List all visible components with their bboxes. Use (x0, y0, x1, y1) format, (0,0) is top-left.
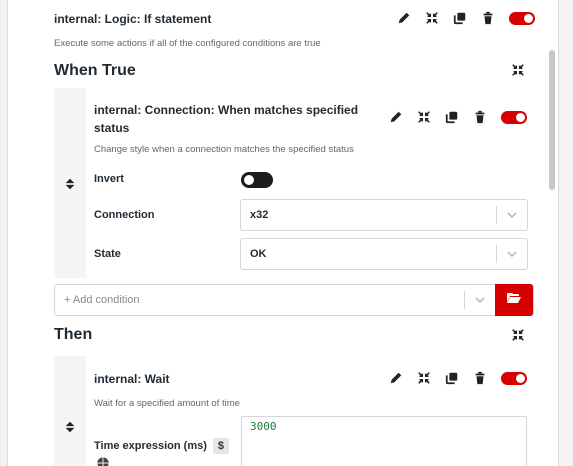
wait-enabled-toggle[interactable] (501, 371, 527, 385)
connection-label: Connection (94, 209, 155, 221)
condition-title-line2: status (94, 121, 130, 135)
collapse-icon[interactable] (417, 371, 431, 385)
condition-enabled-toggle[interactable] (501, 110, 527, 124)
condition-description: Change style when a connection matches t… (94, 144, 354, 155)
state-value: OK (250, 248, 267, 260)
expression-toggle-button[interactable]: $ (212, 438, 229, 454)
trash-icon[interactable] (473, 371, 487, 385)
drag-handle-icon[interactable] (63, 420, 77, 434)
if-block-title: internal: Logic: If statement (54, 12, 212, 26)
condition-title-line1: internal: Connection: When matches speci… (94, 103, 359, 117)
pencil-icon[interactable] (389, 371, 403, 385)
chevron-down-icon[interactable] (465, 297, 495, 303)
collapse-icon[interactable] (425, 11, 439, 25)
chevron-down-icon[interactable] (497, 212, 527, 218)
wait-title: internal: Wait (94, 372, 170, 386)
pencil-icon[interactable] (389, 110, 403, 124)
collapse-icon[interactable] (511, 328, 525, 342)
if-block-enabled-toggle[interactable] (509, 11, 535, 25)
copy-icon[interactable] (445, 371, 459, 385)
time-expression-label-text: Time expression (ms) (94, 440, 207, 452)
time-expression-input[interactable]: 3000 (241, 416, 527, 466)
pencil-icon[interactable] (397, 11, 411, 25)
wait-toolbar (389, 371, 527, 385)
action-editor-panel: internal: Logic: If statement Execute so… (7, 0, 559, 466)
copy-icon[interactable] (445, 110, 459, 124)
condition-toolbar (389, 110, 527, 124)
state-select[interactable]: OK (240, 238, 528, 270)
globe-icon[interactable] (96, 456, 110, 466)
time-expression-label: Time expression (ms) $ (94, 438, 229, 454)
vertical-scrollbar[interactable] (549, 50, 555, 190)
collapse-icon[interactable] (511, 63, 525, 77)
then-heading: Then (54, 326, 93, 343)
invert-label: Invert (94, 173, 124, 185)
chevron-down-icon[interactable] (497, 251, 527, 257)
folder-open-icon (507, 291, 521, 309)
wait-description: Wait for a specified amount of time (94, 398, 240, 409)
connection-value: x32 (250, 209, 269, 221)
if-block-description: Execute some actions if all of the confi… (54, 38, 321, 49)
time-expression-value[interactable]: 3000 (242, 417, 526, 436)
copy-icon[interactable] (453, 11, 467, 25)
trash-icon[interactable] (473, 110, 487, 124)
invert-toggle[interactable] (241, 172, 273, 188)
drag-gutter (54, 356, 86, 466)
connection-select[interactable]: x32 (240, 199, 528, 231)
state-label: State (94, 248, 121, 260)
trash-icon[interactable] (481, 11, 495, 25)
add-condition-select[interactable]: + Add condition (54, 284, 534, 316)
add-condition-placeholder: + Add condition (64, 294, 140, 306)
collapse-icon[interactable] (417, 110, 431, 124)
when-true-heading: When True (54, 62, 136, 79)
browse-presets-button[interactable] (495, 284, 533, 316)
drag-handle-icon[interactable] (63, 177, 77, 191)
if-block-toolbar (397, 11, 535, 25)
